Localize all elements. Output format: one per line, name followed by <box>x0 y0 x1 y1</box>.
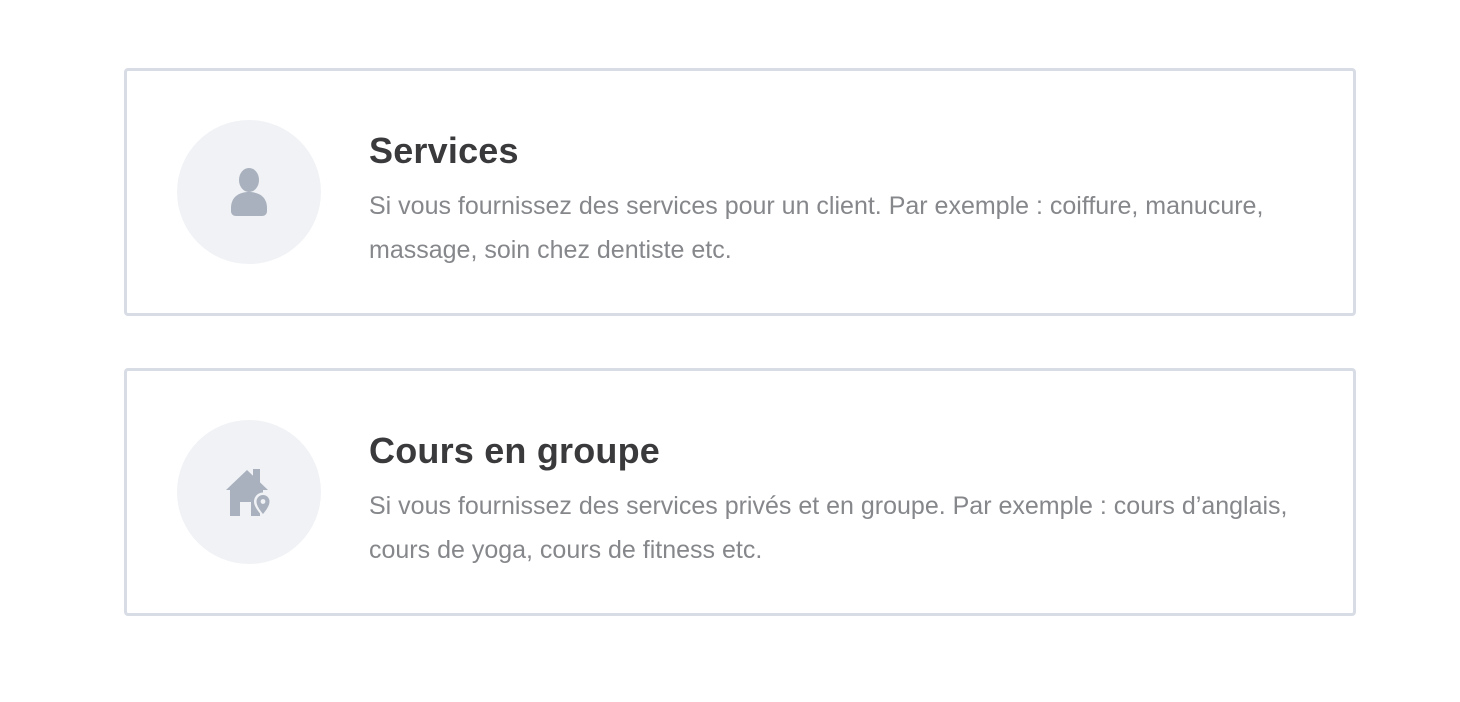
card-text: Cours en groupe Si vous fournissez des s… <box>369 426 1299 572</box>
icon-circle <box>177 120 321 264</box>
house-location-icon <box>226 469 272 517</box>
card-text: Services Si vous fournissez des services… <box>369 126 1299 272</box>
option-card-group-classes[interactable]: Cours en groupe Si vous fournissez des s… <box>124 368 1356 616</box>
option-title: Cours en groupe <box>369 430 661 471</box>
icon-circle <box>177 420 321 564</box>
person-icon <box>231 168 267 216</box>
option-card-services[interactable]: Services Si vous fournissez des services… <box>124 68 1356 316</box>
option-title: Services <box>369 130 519 171</box>
option-description: Si vous fournissez des services pour un … <box>369 192 1264 264</box>
option-description: Si vous fournissez des services privés e… <box>369 492 1288 564</box>
page: Services Si vous fournissez des services… <box>0 0 1460 702</box>
